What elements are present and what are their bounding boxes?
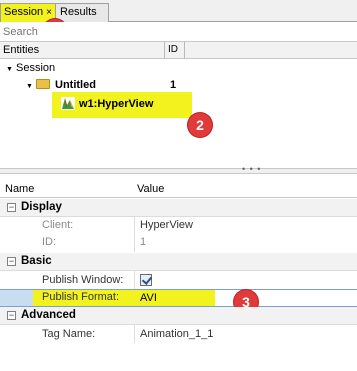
- name-column-header[interactable]: Name: [5, 183, 34, 195]
- panel-splitter[interactable]: • • •: [0, 164, 357, 174]
- callout-2: 2: [188, 113, 212, 137]
- section-title: Display: [21, 201, 62, 213]
- property-value: HyperView: [140, 219, 193, 231]
- tree-item-label: w1:HyperView: [79, 98, 154, 110]
- tab-results-label: Results: [60, 6, 97, 18]
- expand-arrow-icon[interactable]: ▼: [6, 62, 16, 78]
- column-divider[interactable]: [184, 42, 185, 59]
- property-value: 1: [140, 236, 147, 248]
- property-key: Publish Window:: [42, 274, 124, 286]
- section-display[interactable]: − Display: [0, 199, 357, 217]
- folder-icon: [36, 79, 50, 90]
- property-row-tag-name[interactable]: Tag Name: Animation_1_1: [0, 326, 357, 343]
- publish-window-checkbox[interactable]: [140, 274, 152, 286]
- close-icon[interactable]: ×: [46, 7, 52, 18]
- tree-item-label: Untitled: [55, 79, 96, 91]
- property-row-id[interactable]: ID: 1: [0, 234, 357, 251]
- tab-session-label: Session: [4, 6, 44, 18]
- publish-format-select[interactable]: AVI: [140, 292, 157, 304]
- expand-arrow-icon[interactable]: ▼: [26, 79, 36, 95]
- section-basic[interactable]: − Basic: [0, 253, 357, 271]
- search-input[interactable]: [3, 24, 333, 40]
- property-value: Animation_1_1: [140, 328, 214, 340]
- tab-results[interactable]: Results: [55, 3, 109, 22]
- tree-item-id: 1: [170, 79, 177, 91]
- collapse-icon[interactable]: −: [7, 257, 16, 266]
- property-row-publish-format[interactable]: Publish Format: AVI: [0, 289, 357, 307]
- grip-icon: • • •: [242, 164, 262, 174]
- property-key: Tag Name:: [42, 328, 96, 340]
- entities-header: Entities ID: [0, 42, 357, 59]
- tree-item-label: Session: [16, 62, 56, 74]
- property-row-publish-window[interactable]: Publish Window:: [0, 272, 357, 289]
- column-divider[interactable]: [164, 42, 165, 59]
- collapse-icon[interactable]: −: [7, 311, 16, 320]
- tab-session[interactable]: Session ×: [0, 3, 56, 22]
- section-title: Basic: [21, 255, 52, 267]
- section-advanced[interactable]: − Advanced: [0, 307, 357, 325]
- tree-item-session[interactable]: ▼ Session: [6, 60, 55, 76]
- property-key: Client:: [42, 219, 74, 231]
- entities-column-header[interactable]: Entities: [3, 44, 39, 56]
- value-column-header[interactable]: Value: [137, 183, 164, 195]
- property-key: Publish Format:: [42, 291, 120, 303]
- id-column-header[interactable]: ID: [168, 44, 178, 55]
- property-key: ID:: [42, 236, 57, 248]
- hyperview-icon: [61, 96, 75, 110]
- tree-item-hyperview[interactable]: w1:HyperView: [61, 96, 153, 112]
- property-row-client[interactable]: Client: HyperView: [0, 217, 357, 234]
- tree-item-untitled[interactable]: ▼ Untitled: [26, 77, 96, 93]
- collapse-icon[interactable]: −: [7, 203, 16, 212]
- properties-header: Name Value: [0, 180, 357, 198]
- section-title: Advanced: [21, 309, 76, 321]
- search-bar: [0, 22, 357, 42]
